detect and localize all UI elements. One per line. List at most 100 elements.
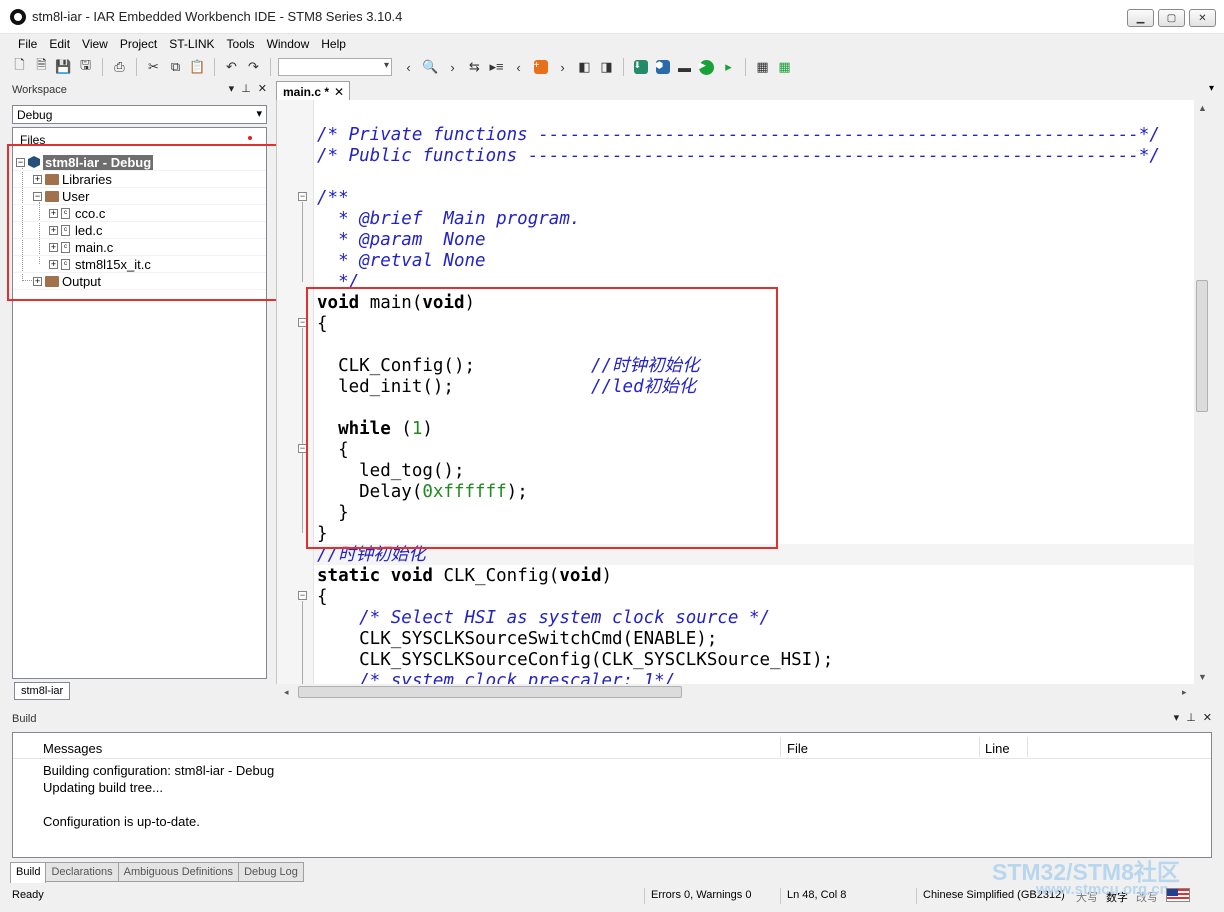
toolbar-separator [270, 58, 271, 76]
debug-without-download-icon[interactable]: ▸ [719, 58, 738, 77]
minimize-button[interactable]: ▁ [1127, 9, 1154, 27]
tab-list-icon[interactable]: ▾ [1209, 83, 1214, 94]
paste-icon[interactable]: 📋 [188, 58, 207, 77]
toolbar-separator [102, 58, 103, 76]
tab-debug-log[interactable]: Debug Log [238, 862, 304, 882]
build-messages: Messages File Line Building configuratio… [12, 732, 1212, 858]
build-message: Building configuration: stm8l-iar - Debu… [43, 763, 275, 778]
code-line: /* system clock prescaler: 1*/ [317, 671, 676, 684]
menu-project[interactable]: Project [114, 37, 163, 51]
fold-icon[interactable]: − [298, 192, 307, 201]
column-file[interactable]: File [787, 741, 808, 756]
pin-icon[interactable]: ⊥ [1186, 711, 1196, 724]
previous-bookmark-icon[interactable]: ◧ [575, 58, 594, 77]
code-line: /** [317, 188, 349, 208]
next-bookmark-icon[interactable]: ◨ [597, 58, 616, 77]
toolbar-separator [745, 58, 746, 76]
menu-tools[interactable]: Tools [221, 37, 261, 51]
tab-ambiguous-definitions[interactable]: Ambiguous Definitions [117, 862, 240, 882]
scroll-left-icon[interactable]: ◂ [284, 687, 289, 698]
cut-icon[interactable]: ✂ [144, 58, 163, 77]
code-line: { [317, 587, 328, 607]
find-previous-icon[interactable]: ‹ [399, 58, 418, 77]
menu-file[interactable]: File [12, 37, 43, 51]
configuration-select[interactable]: Debug [12, 105, 267, 124]
copy-icon[interactable]: ⧉ [166, 58, 185, 77]
editor-tab-bar: main.c * ✕ ▾ [276, 81, 1216, 101]
find-combo[interactable] [278, 58, 392, 76]
menu-st-link[interactable]: ST-LINK [163, 37, 220, 51]
highlight-box-workspace [7, 144, 278, 301]
build-message: Updating build tree... [43, 780, 163, 795]
panel-menu-icon[interactable]: ▾ [1174, 711, 1180, 724]
column-line[interactable]: Line [985, 741, 1010, 756]
code-line: CLK_SYSCLKSourceConfig(CLK_SYSCLKSource_… [317, 650, 834, 670]
tab-main-c[interactable]: main.c * ✕ [276, 81, 350, 101]
menu-edit[interactable]: Edit [43, 37, 76, 51]
editor-vertical-scrollbar[interactable]: ▲ ▼ [1194, 100, 1210, 684]
code-line: * @retval None [317, 251, 486, 271]
workspace-tab[interactable]: stm8l-iar [14, 682, 71, 700]
editor-horizontal-scrollbar[interactable]: ◂ ▸ [276, 684, 1194, 700]
tab-declarations[interactable]: Declarations [45, 862, 119, 882]
close-icon[interactable]: ✕ [1203, 711, 1212, 724]
title-bar: stm8l-iar - IAR Embedded Workbench IDE -… [0, 0, 1224, 34]
bookmark-icon[interactable]: + [533, 60, 548, 74]
build-title: Build [12, 713, 37, 725]
code-line: CLK_SYSCLKSourceSwitchCmd(ENABLE); [317, 629, 718, 649]
menu-bar: File Edit View Project ST-LINK Tools Win… [0, 34, 1224, 54]
search-icon[interactable]: 🔍 [421, 58, 440, 77]
make-icon[interactable]: ⬢ [655, 60, 670, 74]
tab-build[interactable]: Build [10, 862, 47, 883]
column-messages[interactable]: Messages [43, 741, 102, 756]
menu-help[interactable]: Help [315, 37, 352, 51]
modified-dot-icon [248, 136, 252, 140]
save-all-icon[interactable]: 🖫 [76, 57, 95, 77]
new-file-icon[interactable]: 🗋 [10, 57, 29, 77]
new-document-icon[interactable]: 🗎 [32, 57, 51, 77]
scroll-thumb[interactable] [1196, 280, 1208, 412]
workspace-header: Workspace ▾ ⊥ ✕ [8, 81, 271, 99]
pin-icon[interactable]: ⊥ [241, 82, 251, 95]
save-icon[interactable]: 💾 [54, 58, 73, 77]
fold-icon[interactable]: − [298, 591, 307, 600]
navigate-back-icon[interactable]: ‹ [509, 58, 528, 77]
scroll-up-icon[interactable]: ▲ [1198, 103, 1207, 113]
app-icon [10, 8, 26, 25]
code-line: static void CLK_Config(void) [317, 566, 613, 586]
build-columns: Messages File Line [13, 733, 1211, 759]
compile-icon[interactable]: ⬇ [633, 60, 648, 74]
language-flag-icon [1166, 888, 1190, 902]
scroll-down-icon[interactable]: ▼ [1198, 672, 1207, 682]
toolbar-separator [214, 58, 215, 76]
redo-icon[interactable]: ↷ [244, 58, 263, 77]
layout-icon[interactable]: ▦ [753, 58, 772, 77]
navigate-forward-icon[interactable]: › [553, 58, 572, 77]
print-icon[interactable]: ⎙ [110, 58, 129, 77]
maximize-button[interactable]: ▢ [1158, 9, 1185, 27]
menu-window[interactable]: Window [261, 37, 316, 51]
panel-menu-icon[interactable]: ▾ [229, 82, 235, 95]
toolbar: 🗋 🗎 💾 🖫 ⎙ ✂ ⧉ 📋 ↶ ↷ ‹ 🔍 › ⇆ ▸≡ ‹ + › ◧ ◨… [0, 55, 1224, 79]
code-line: /* Public functions --------------------… [317, 146, 1160, 166]
undo-icon[interactable]: ↶ [222, 58, 241, 77]
find-next-icon[interactable]: › [443, 58, 462, 77]
build-header: Build ▾ ⊥ ✕ [8, 710, 1216, 728]
stop-build-icon[interactable]: ▬ [675, 58, 694, 77]
code-line: * @param None [317, 230, 486, 250]
code-line: /* Private functions -------------------… [317, 125, 1160, 145]
scroll-right-icon[interactable]: ▸ [1182, 687, 1187, 698]
status-position: Ln 48, Col 8 [787, 889, 847, 901]
code-line: * @brief Main program. [317, 209, 581, 229]
tab-label: main.c * [283, 85, 330, 99]
scroll-thumb[interactable] [298, 686, 682, 698]
layout-add-icon[interactable]: ▦ [775, 58, 794, 77]
goto-line-icon[interactable]: ▸≡ [487, 58, 506, 77]
build-message: Configuration is up-to-date. [43, 814, 200, 829]
replace-icon[interactable]: ⇆ [465, 58, 484, 77]
close-icon[interactable]: ✕ [258, 82, 267, 95]
download-debug-icon[interactable]: ▶ [699, 59, 714, 75]
close-button[interactable]: ✕ [1189, 9, 1216, 27]
close-tab-icon[interactable]: ✕ [334, 85, 344, 99]
menu-view[interactable]: View [76, 37, 114, 51]
